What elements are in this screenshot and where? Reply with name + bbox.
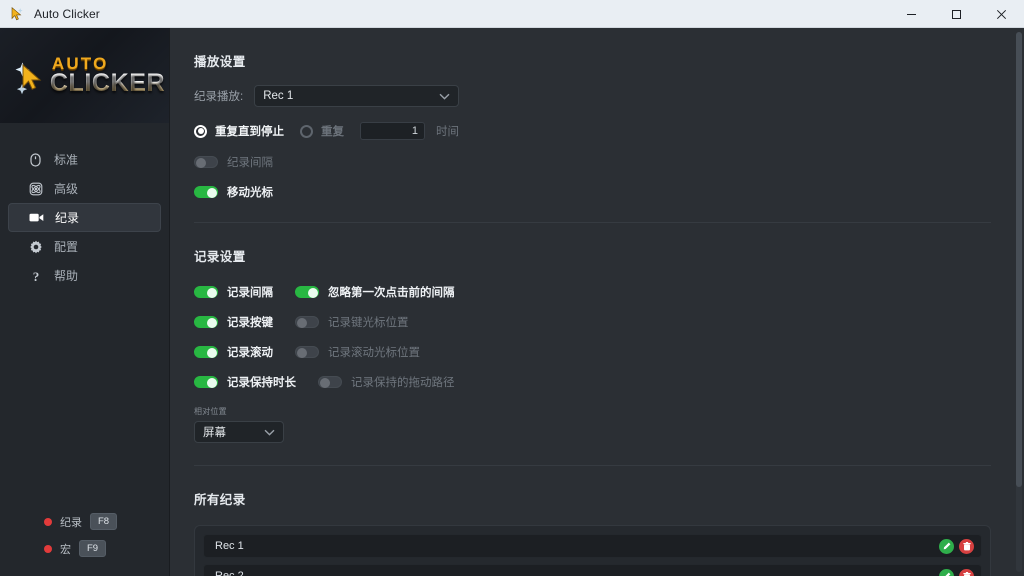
main-content: 播放设置 纪录播放: Rec 1 重复直到停止 重复 时间 [170,28,1024,576]
toggle-ignore-first-interval-label: 忽略第一次点击前的间隔 [328,287,455,299]
hotkey-label: 宏 [60,543,71,556]
toggle-playback-interval-label: 纪录间隔 [227,157,273,169]
toggle-record-hold-duration[interactable] [194,376,218,388]
record-setting-row: 记录间隔 忽略第一次点击前的间隔 [194,284,991,300]
brand-line-2: CLICKER [49,69,166,98]
sidebar: AUTO CLICKER 标准 高级 纪录 配置 ? 帮助 纪录 F8 宏 F9 [0,28,170,576]
toggle-move-cursor[interactable] [194,186,218,198]
sidebar-hotkeys: 纪录 F8 宏 F9 [0,508,170,562]
toggle-record-drag-path[interactable] [318,376,342,388]
playback-section-title: 播放设置 [194,55,246,69]
sidebar-item-recordings[interactable]: 纪录 [8,203,161,232]
toggle-record-interval[interactable] [194,286,218,298]
video-camera-icon [29,210,44,225]
repeat-count-input[interactable] [360,122,425,140]
mouse-icon [28,152,43,167]
sidebar-item-label: 配置 [54,240,79,254]
atom-icon [28,181,43,196]
toggle-playback-interval[interactable] [194,156,218,168]
content-scroller: 播放设置 纪录播放: Rec 1 重复直到停止 重复 时间 [194,28,1000,576]
toggle-record-scroll-cursor-pos[interactable] [295,346,319,358]
hotkey-label: 纪录 [60,516,82,529]
window-titlebar: Auto Clicker [0,0,1024,28]
gear-icon [28,239,43,254]
app-shell: AUTO CLICKER 标准 高级 纪录 配置 ? 帮助 纪录 F8 宏 F9… [0,28,1024,576]
toggle-record-keys[interactable] [194,316,218,328]
playback-record-select[interactable]: Rec 1 [254,85,460,107]
record-setting-row: 记录按键 记录键光标位置 [194,314,991,330]
sidebar-item-advanced[interactable]: 高级 [8,174,161,203]
radio-repeat-count[interactable] [300,124,313,138]
cursor-sparkle-icon [12,56,46,96]
close-button[interactable] [979,0,1024,28]
toggle-record-keys-label: 记录按键 [227,317,273,329]
sidebar-item-label: 帮助 [54,269,79,283]
playback-record-label: 纪录播放: [194,91,244,103]
window-title: Auto Clicker [34,6,100,21]
toggle-record-key-cursor-pos-label: 记录键光标位置 [328,317,409,329]
relative-position-value: 屏幕 [203,427,226,439]
recording-name: Rec 1 [215,540,244,552]
recording-name: Rec 2 [215,570,244,576]
record-dot-icon [44,517,52,526]
toggle-record-drag-path-label: 记录保持的拖动路径 [351,377,455,389]
playback-move-cursor-row: 移动光标 [194,184,991,200]
list-item[interactable]: Rec 2 [203,564,982,576]
playback-repeat-row: 重复直到停止 重复 时间 [194,122,991,140]
playback-record-value: Rec 1 [263,90,294,102]
sidebar-item-label: 标准 [54,153,79,167]
sidebar-item-label: 高级 [54,182,79,196]
toggle-record-key-cursor-pos[interactable] [295,316,319,328]
list-item[interactable]: Rec 1 [203,534,982,558]
chevron-down-icon [264,429,275,436]
record-settings-title: 记录设置 [194,250,246,264]
minimize-button[interactable] [889,0,934,28]
toggle-record-scroll-cursor-pos-label: 记录滚动光标位置 [328,347,420,359]
radio-repeat-until-stop[interactable] [194,124,207,138]
repeat-times-label: 时间 [436,126,459,138]
maximize-button[interactable] [934,0,979,28]
hotkey-record[interactable]: 纪录 F8 [0,508,170,535]
hotkey-macro[interactable]: 宏 F9 [0,535,170,562]
record-setting-row: 记录保持时长 记录保持的拖动路径 [194,374,991,390]
sidebar-nav: 标准 高级 纪录 配置 ? 帮助 [0,123,169,290]
toggle-move-cursor-label: 移动光标 [227,187,273,199]
sidebar-item-label: 纪录 [55,211,80,225]
toggle-record-hold-duration-label: 记录保持时长 [227,377,296,389]
radio-repeat-count-label: 重复 [321,126,344,138]
trash-icon[interactable] [959,538,974,554]
sidebar-item-standard[interactable]: 标准 [8,145,161,174]
app-logo-icon [9,6,25,22]
vertical-scrollbar[interactable] [1016,32,1022,572]
record-setting-row: 记录滚动 记录滚动光标位置 [194,344,991,360]
toggle-record-scroll[interactable] [194,346,218,358]
question-mark-icon: ? [28,268,43,283]
toggle-ignore-first-interval[interactable] [295,286,319,298]
toggle-record-scroll-label: 记录滚动 [227,347,273,359]
recordings-section-title: 所有纪录 [194,493,246,507]
brand-logo: AUTO CLICKER [0,28,169,123]
playback-record-row: 纪录播放: Rec 1 [194,85,991,107]
relative-position-select[interactable]: 屏幕 [194,421,284,443]
svg-text:?: ? [32,269,39,283]
pencil-icon[interactable] [939,538,954,554]
recordings-list: Rec 1 Rec 2 [194,525,991,576]
trash-icon[interactable] [959,568,974,576]
scrollbar-thumb[interactable] [1016,32,1022,487]
radio-repeat-until-stop-label: 重复直到停止 [215,126,284,138]
hotkey-key-badge: F9 [79,540,107,557]
toggle-record-interval-label: 记录间隔 [227,287,273,299]
pencil-icon[interactable] [939,568,954,576]
record-dot-icon [44,544,52,553]
sidebar-item-settings[interactable]: 配置 [8,232,161,261]
relative-position-label: 相对位置 [194,407,227,416]
hotkey-key-badge: F8 [90,513,118,530]
playback-interval-row: 纪录间隔 [194,154,991,170]
sidebar-item-help[interactable]: ? 帮助 [8,261,161,290]
window-controls [889,0,1024,28]
chevron-down-icon [439,93,450,100]
